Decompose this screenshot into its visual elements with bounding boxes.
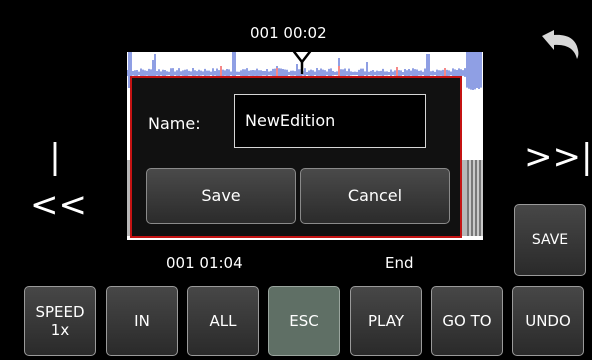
esc-button[interactable]: ESC bbox=[268, 286, 340, 356]
previous-marker-button[interactable]: |<< bbox=[30, 133, 87, 225]
waveform-lower-band-edge bbox=[467, 160, 483, 236]
speed-button[interactable]: SPEED 1x bbox=[24, 286, 96, 356]
save-edition-dialog: Name: NewEdition Save Cancel bbox=[130, 76, 462, 238]
goto-button[interactable]: GO TO bbox=[431, 286, 503, 356]
in-button[interactable]: IN bbox=[106, 286, 178, 356]
dialog-cancel-button[interactable]: Cancel bbox=[300, 168, 450, 224]
name-label: Name: bbox=[148, 114, 201, 133]
save-button[interactable]: SAVE bbox=[514, 204, 586, 276]
dialog-save-button[interactable]: Save bbox=[146, 168, 296, 224]
screen: 001 00:02 |<< >>| Name: NewEdition Save … bbox=[0, 0, 592, 360]
in-point-timecode: 001 01:04 bbox=[166, 254, 243, 272]
position-timecode: 001 00:02 bbox=[250, 24, 327, 42]
play-button[interactable]: PLAY bbox=[350, 286, 422, 356]
playhead-marker-icon[interactable] bbox=[290, 46, 314, 74]
speed-label: SPEED bbox=[35, 303, 85, 321]
undo-button[interactable]: UNDO bbox=[512, 286, 584, 356]
name-input[interactable]: NewEdition bbox=[234, 94, 426, 148]
undo-arrow-icon[interactable] bbox=[536, 26, 584, 60]
end-label: End bbox=[385, 254, 414, 272]
speed-value: 1x bbox=[50, 321, 70, 339]
next-marker-button[interactable]: >>| bbox=[524, 133, 592, 181]
all-button[interactable]: ALL bbox=[187, 286, 259, 356]
